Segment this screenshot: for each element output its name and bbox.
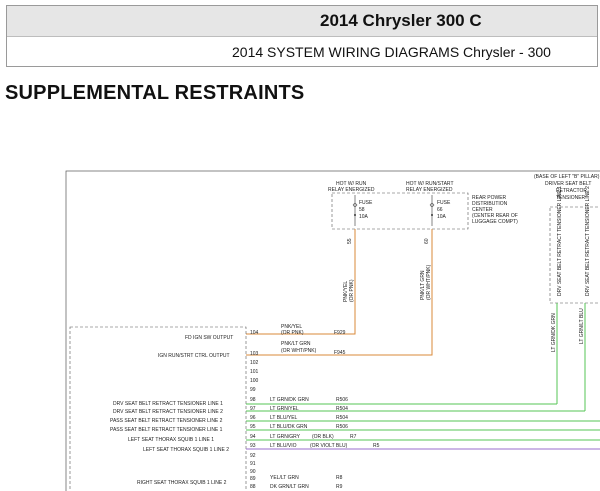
row-pin: 88	[250, 484, 256, 490]
wire-f945	[246, 229, 433, 356]
row-wire: PNK/LT GRN	[281, 341, 311, 347]
row-circuit: R506	[336, 424, 348, 430]
row-wire: LT BLU/VIO	[270, 443, 297, 449]
row-pin: 99	[250, 387, 256, 393]
row-pin: 101	[250, 369, 259, 375]
fuse-right: FUSE 66 10A	[429, 195, 451, 226]
row-wire: LT GRN/DK GRN	[270, 397, 309, 403]
row-pin: 98	[250, 397, 256, 403]
row-wire-alt: (OR BLK)	[312, 434, 334, 440]
row-circuit: R506	[336, 397, 348, 403]
row-label: FD IGN SW OUTPUT	[185, 335, 233, 341]
fuse-left-number: 58	[359, 207, 365, 213]
row-pin: 95	[250, 424, 256, 430]
row-label: PASS SEAT BELT RETRACT TENSIONER LINE 2	[110, 418, 223, 424]
tensioner-line-2-label: DRV SEAT BELT RETRACT TENSIONER LINE 2	[585, 186, 591, 296]
pdc-pin-left: 55	[347, 238, 353, 244]
row-pin: 103	[250, 351, 259, 357]
tensioner-wire-a-label: LT GRN/DK GRN	[551, 313, 557, 352]
row-circuit: R7	[350, 434, 357, 440]
fuse-left-rating: 10A	[359, 214, 369, 220]
row-circuit: F929	[334, 330, 346, 336]
vert-wire-right-alt: (OR WHT/PNK)	[426, 264, 432, 300]
row-wire: DK GRN/LT GRN	[270, 484, 309, 490]
tensioner-line-1-label: DRV SEAT BELT RETRACT TENSIONER LINE 1	[557, 186, 563, 296]
pdc-pin-right: 60	[424, 238, 430, 244]
row-label: LEFT SEAT THORAX SQUIB 1 LINE 1	[128, 437, 214, 443]
relay-right-label-2: RELAY ENERGIZED	[406, 187, 453, 193]
fuse-right-number: 66	[437, 207, 443, 213]
row-label: DRV SEAT BELT RETRACT TENSIONER LINE 2	[113, 409, 223, 415]
row-pin: 104	[250, 330, 259, 336]
row-pin: 94	[250, 434, 256, 440]
row-wire-alt: (OR PNK)	[281, 330, 304, 336]
row-pin: 91	[250, 461, 256, 467]
row-circuit: R504	[336, 415, 348, 421]
row-label: RIGHT SEAT THORAX SQUIB 1 LINE 2	[137, 480, 227, 486]
tensioner-wire-b-label: LT GRN/LT BLU	[579, 308, 585, 344]
fuse-right-rating: 10A	[437, 214, 447, 220]
row-pin: 102	[250, 360, 259, 366]
wiring-diagram: HOT W/ RUN RELAY ENERGIZED HOT W/ RUN/ST…	[65, 170, 600, 491]
tensioner-label-1: (BASE OF LEFT "B" PILLAR)	[534, 174, 600, 180]
fuse-left-label: FUSE	[359, 200, 373, 206]
row-label: DRV SEAT BELT RETRACT TENSIONER LINE 1	[113, 401, 223, 407]
row-pin: 90	[250, 469, 256, 475]
row-wire: LT BLU/YEL	[270, 415, 298, 421]
pdc-box	[331, 192, 469, 230]
row-pin: 96	[250, 415, 256, 421]
row-label: IGN RUN/STRT CTRL OUTPUT	[158, 353, 230, 359]
row-wire-alt: (OR WHT/PNK)	[281, 348, 317, 354]
row-circuit: R9	[336, 484, 343, 490]
row-pin: 93	[250, 443, 256, 449]
pdc-label-5: LUGGAGE COMPT)	[472, 219, 518, 225]
row-circuit: R5	[373, 443, 380, 449]
row-wire: YEL/LT GRN	[270, 475, 299, 481]
relay-left-label-2: RELAY ENERGIZED	[328, 187, 375, 193]
fuse-right-label: FUSE	[437, 200, 451, 206]
row-label: LEFT SEAT THORAX SQUIB 1 LINE 2	[143, 447, 229, 453]
row-label: PASS SEAT BELT RETRACT TENSIONER LINE 1	[110, 427, 223, 433]
row-wire: LT GRN/GRY	[270, 434, 301, 440]
row-pin: 92	[250, 453, 256, 459]
fuse-left: FUSE 58 10A	[352, 195, 373, 226]
row-pin: 89	[250, 476, 256, 482]
row-circuit: R8	[336, 475, 343, 481]
row-wire-alt: (OR VIOLT BLU)	[310, 443, 348, 449]
row-pin: 100	[250, 378, 259, 384]
module-rows: FD IGN SW OUTPUT 104 PNK/YEL (OR PNK) F9…	[110, 324, 600, 490]
row-wire: LT BLU/DK GRN	[270, 424, 308, 430]
wire-f929	[246, 229, 356, 335]
vert-wire-left-alt: (OR PNK)	[349, 279, 355, 302]
row-circuit: F945	[334, 350, 346, 356]
